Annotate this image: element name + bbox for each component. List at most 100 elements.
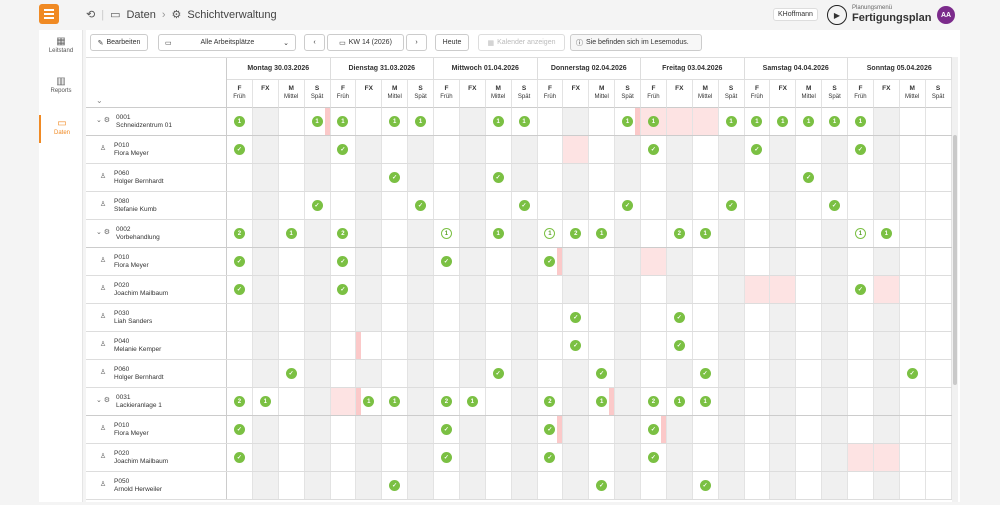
shift-cell[interactable] (279, 108, 305, 135)
shift-cell[interactable] (589, 108, 616, 135)
shift-cell[interactable] (459, 332, 486, 359)
shift-cell[interactable] (770, 136, 797, 163)
shift-cell[interactable] (279, 444, 305, 471)
shift-cell[interactable] (666, 136, 693, 163)
workplace-select[interactable]: ▭ Alle Arbeitsplätze ⌄ (158, 34, 296, 51)
shift-cell[interactable] (926, 136, 952, 163)
shift-cell[interactable] (745, 416, 771, 443)
shift-cell[interactable] (666, 472, 693, 499)
shift-cell[interactable] (356, 136, 383, 163)
shift-cell[interactable] (744, 276, 771, 303)
shift-cell[interactable]: 1 (227, 108, 253, 135)
shift-cell[interactable] (718, 276, 745, 303)
shift-cell[interactable] (511, 416, 538, 443)
shift-cell[interactable] (796, 304, 823, 331)
shift-cell[interactable] (459, 164, 486, 191)
shift-cell[interactable] (822, 220, 848, 247)
shift-cell[interactable] (718, 416, 745, 443)
shift-cell[interactable] (796, 388, 823, 415)
shift-cell[interactable]: ✓ (667, 332, 693, 359)
shift-cell[interactable] (382, 136, 409, 163)
shift-cell[interactable] (408, 388, 434, 415)
shift-cell[interactable] (641, 304, 667, 331)
shift-cell[interactable] (770, 444, 797, 471)
shift-cell[interactable] (486, 304, 512, 331)
breadcrumb-root[interactable]: Daten (126, 9, 155, 21)
shift-cell[interactable] (641, 332, 667, 359)
shift-cell[interactable]: ✓ (382, 164, 409, 191)
shift-cell[interactable] (459, 108, 486, 135)
shift-cell[interactable]: ✓ (538, 248, 564, 275)
shift-cell[interactable] (615, 388, 641, 415)
shift-cell[interactable] (641, 192, 667, 219)
shift-cell[interactable] (848, 360, 874, 387)
shift-cell[interactable] (615, 164, 641, 191)
shift-cell[interactable] (796, 192, 823, 219)
shift-cell[interactable]: 1 (486, 108, 512, 135)
shift-cell[interactable] (718, 332, 745, 359)
shift-cell[interactable] (848, 164, 874, 191)
shift-cell[interactable] (718, 444, 745, 471)
shift-cell[interactable] (615, 304, 641, 331)
shift-cell[interactable] (459, 472, 486, 499)
shift-cell[interactable] (900, 444, 926, 471)
shift-cell[interactable] (408, 136, 434, 163)
shift-cell[interactable] (279, 164, 305, 191)
shift-cell[interactable] (641, 360, 667, 387)
shift-cell[interactable] (356, 332, 383, 359)
shift-cell[interactable] (926, 164, 952, 191)
shift-cell[interactable] (900, 192, 926, 219)
shift-cell[interactable]: ✓ (486, 360, 512, 387)
shift-cell[interactable] (796, 136, 823, 163)
shift-cell[interactable] (745, 332, 771, 359)
shift-cell[interactable]: ✓ (434, 444, 460, 471)
shift-cell[interactable]: 1 (641, 108, 667, 135)
shift-cell[interactable]: 1 (589, 220, 616, 247)
shift-cell[interactable] (615, 416, 641, 443)
shift-cell[interactable] (926, 444, 952, 471)
shift-cell[interactable] (511, 444, 538, 471)
shift-cell[interactable] (900, 472, 926, 499)
shift-cell[interactable]: ✓ (822, 192, 848, 219)
shift-cell[interactable] (434, 192, 460, 219)
shift-cell[interactable] (615, 444, 641, 471)
shift-cell[interactable] (900, 108, 926, 135)
shift-cell[interactable]: 1 (848, 220, 874, 247)
shift-cell[interactable] (486, 416, 512, 443)
shift-cell[interactable]: 1 (589, 388, 616, 415)
shift-cell[interactable] (745, 444, 771, 471)
shift-cell[interactable] (641, 164, 667, 191)
shift-cell[interactable] (796, 276, 823, 303)
shift-cell[interactable] (227, 304, 253, 331)
app-logo[interactable] (39, 4, 59, 24)
row-label[interactable]: ♙ P080 Stefanie Kumb (86, 192, 227, 219)
shift-cell[interactable] (900, 304, 926, 331)
sidebar-item-leitstand[interactable]: ▦ Leitstand (39, 36, 83, 54)
shift-cell[interactable] (408, 332, 434, 359)
shift-cell[interactable] (693, 276, 719, 303)
shift-cell[interactable] (459, 444, 486, 471)
shift-cell[interactable] (511, 220, 538, 247)
shift-cell[interactable] (589, 444, 616, 471)
shift-cell[interactable] (822, 332, 848, 359)
history-icon[interactable]: ⟲ (86, 8, 95, 21)
shift-cell[interactable]: 1 (538, 220, 564, 247)
shift-cell[interactable] (304, 360, 331, 387)
shift-cell[interactable] (666, 248, 693, 275)
shift-cell[interactable] (926, 416, 952, 443)
shift-cell[interactable]: 1 (408, 108, 434, 135)
shift-cell[interactable]: 1 (770, 108, 797, 135)
shift-cell[interactable] (718, 164, 745, 191)
shift-cell[interactable] (538, 360, 564, 387)
shift-cell[interactable]: 1 (279, 220, 305, 247)
shift-cell[interactable] (382, 444, 409, 471)
shift-cell[interactable] (563, 360, 590, 387)
shift-cell[interactable]: ✓ (434, 248, 460, 275)
shift-cell[interactable] (486, 136, 512, 163)
shift-cell[interactable] (770, 388, 797, 415)
shift-cell[interactable] (331, 304, 357, 331)
shift-cell[interactable] (563, 164, 590, 191)
shift-cell[interactable] (486, 444, 512, 471)
shift-cell[interactable] (848, 444, 874, 471)
shift-cell[interactable] (589, 416, 616, 443)
